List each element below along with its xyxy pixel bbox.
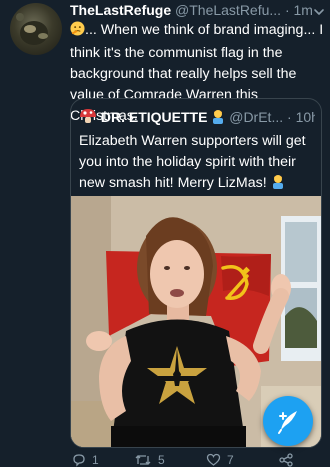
tweet-header: TheLastRefuge @TheLastRefu... · 1m bbox=[70, 1, 326, 19]
person-emoji bbox=[211, 109, 225, 126]
person-emoji bbox=[271, 174, 285, 196]
author-name[interactable]: TheLastRefuge bbox=[70, 2, 171, 18]
compose-tweet-icon bbox=[278, 411, 297, 434]
compose-tweet-button[interactable] bbox=[263, 396, 313, 446]
quoted-author-handle[interactable]: @DrEt... bbox=[229, 109, 283, 125]
tweet-actions: 1 5 7 bbox=[70, 448, 324, 467]
red-mushroom-avatar[interactable] bbox=[79, 108, 97, 126]
separator-dot: · bbox=[284, 2, 290, 18]
author-avatar[interactable] bbox=[10, 3, 62, 55]
quoted-tweet-text-container: Elizabeth Warren supporters will get you… bbox=[79, 131, 315, 196]
thinking-face-emoji bbox=[70, 21, 85, 43]
chevron-down-icon[interactable] bbox=[312, 3, 326, 21]
tweet[interactable]: TheLastRefuge @TheLastRefu... · 1m ... W… bbox=[0, 0, 330, 467]
author-handle[interactable]: @TheLastRefu... bbox=[175, 2, 281, 18]
quoted-separator-dot: · bbox=[287, 109, 292, 125]
tweet-time[interactable]: 1m bbox=[294, 2, 313, 18]
quoted-tweet-time[interactable]: 10h bbox=[296, 109, 315, 125]
quoted-author-name[interactable]: DR. ETIQUETTE bbox=[101, 109, 208, 125]
avatar-image bbox=[16, 13, 48, 45]
quoted-tweet-header: DR. ETIQUETTE @DrEt... · 10h bbox=[79, 108, 315, 126]
